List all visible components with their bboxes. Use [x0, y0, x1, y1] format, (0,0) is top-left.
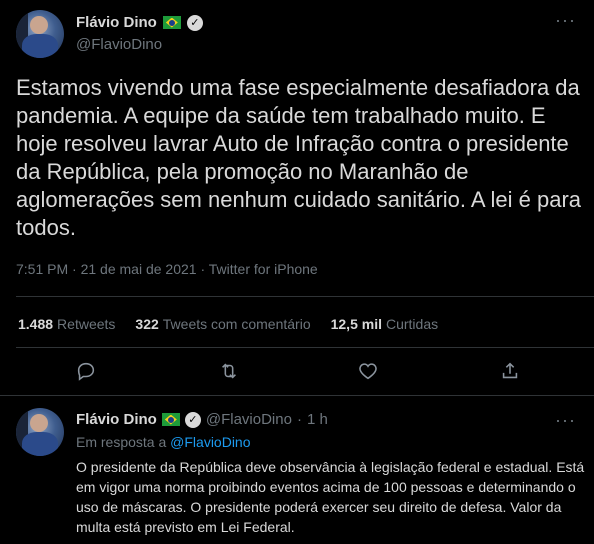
author-name[interactable]: Flávio Dino: [76, 14, 157, 31]
verified-badge-icon: ✓: [186, 14, 203, 31]
brazil-flag-icon: [162, 16, 181, 29]
action-bar: [0, 360, 594, 386]
reply-author-name[interactable]: Flávio Dino: [76, 411, 157, 428]
meta-separator: ·: [200, 261, 206, 277]
divider: [0, 395, 594, 396]
retweets-stat[interactable]: 1.488 Retweets: [18, 316, 115, 332]
tweet-date[interactable]: 21 de mai de 2021: [81, 261, 197, 277]
like-icon[interactable]: [357, 360, 381, 384]
retweet-icon[interactable]: [218, 360, 242, 384]
tweet-meta: 7:51 PM · 21 de mai de 2021 · Twitter fo…: [16, 261, 318, 277]
reply-icon[interactable]: [75, 360, 99, 384]
divider: [16, 296, 594, 297]
in-reply-to-handle[interactable]: @FlavioDino: [170, 434, 250, 450]
in-reply-to-label: Em resposta a: [76, 434, 167, 450]
retweets-label: Retweets: [57, 316, 116, 332]
reply-avatar[interactable]: [16, 408, 64, 456]
meta-separator: ·: [72, 261, 77, 277]
author-row: Flávio Dino ✓: [76, 14, 203, 31]
comments-label: Tweets com comentário: [162, 316, 311, 332]
reply-author-handle[interactable]: @FlavioDino: [206, 411, 292, 428]
reply-age[interactable]: 1 h: [307, 411, 328, 428]
tweet-text: Estamos vivendo uma fase especialmente d…: [16, 75, 582, 240]
author-handle[interactable]: @FlavioDino: [76, 36, 162, 53]
avatar[interactable]: [16, 10, 64, 58]
likes-label: Curtidas: [385, 316, 439, 332]
comments-count: 322: [135, 316, 159, 332]
share-icon[interactable]: [499, 360, 523, 384]
reply-separator: ·: [296, 411, 302, 428]
in-reply-to: Em resposta a @FlavioDino: [76, 434, 251, 450]
tweet-stats: 1.488 Retweets 322 Tweets com comentário 1…: [18, 316, 458, 332]
retweets-count: 1.488: [18, 316, 54, 332]
divider: [16, 347, 594, 348]
reply-author-row: Flávio Dino ✓ @FlavioDino · 1 h: [76, 411, 328, 428]
likes-count: 12,5 mil: [330, 316, 382, 332]
tweet-source[interactable]: Twitter for iPhone: [209, 261, 318, 277]
more-options-icon[interactable]: ···: [555, 10, 576, 31]
reply-text: O presidente da República deve observânc…: [76, 459, 585, 535]
brazil-flag-icon: [161, 413, 180, 426]
verified-badge-icon: ✓: [184, 411, 201, 428]
likes-stat[interactable]: 12,5 mil Curtidas: [331, 316, 439, 332]
tweet-time[interactable]: 7:51 PM: [16, 261, 68, 277]
reply-more-options-icon[interactable]: ···: [555, 410, 576, 431]
quote-tweets-stat[interactable]: 322 Tweets com comentário: [135, 316, 310, 332]
